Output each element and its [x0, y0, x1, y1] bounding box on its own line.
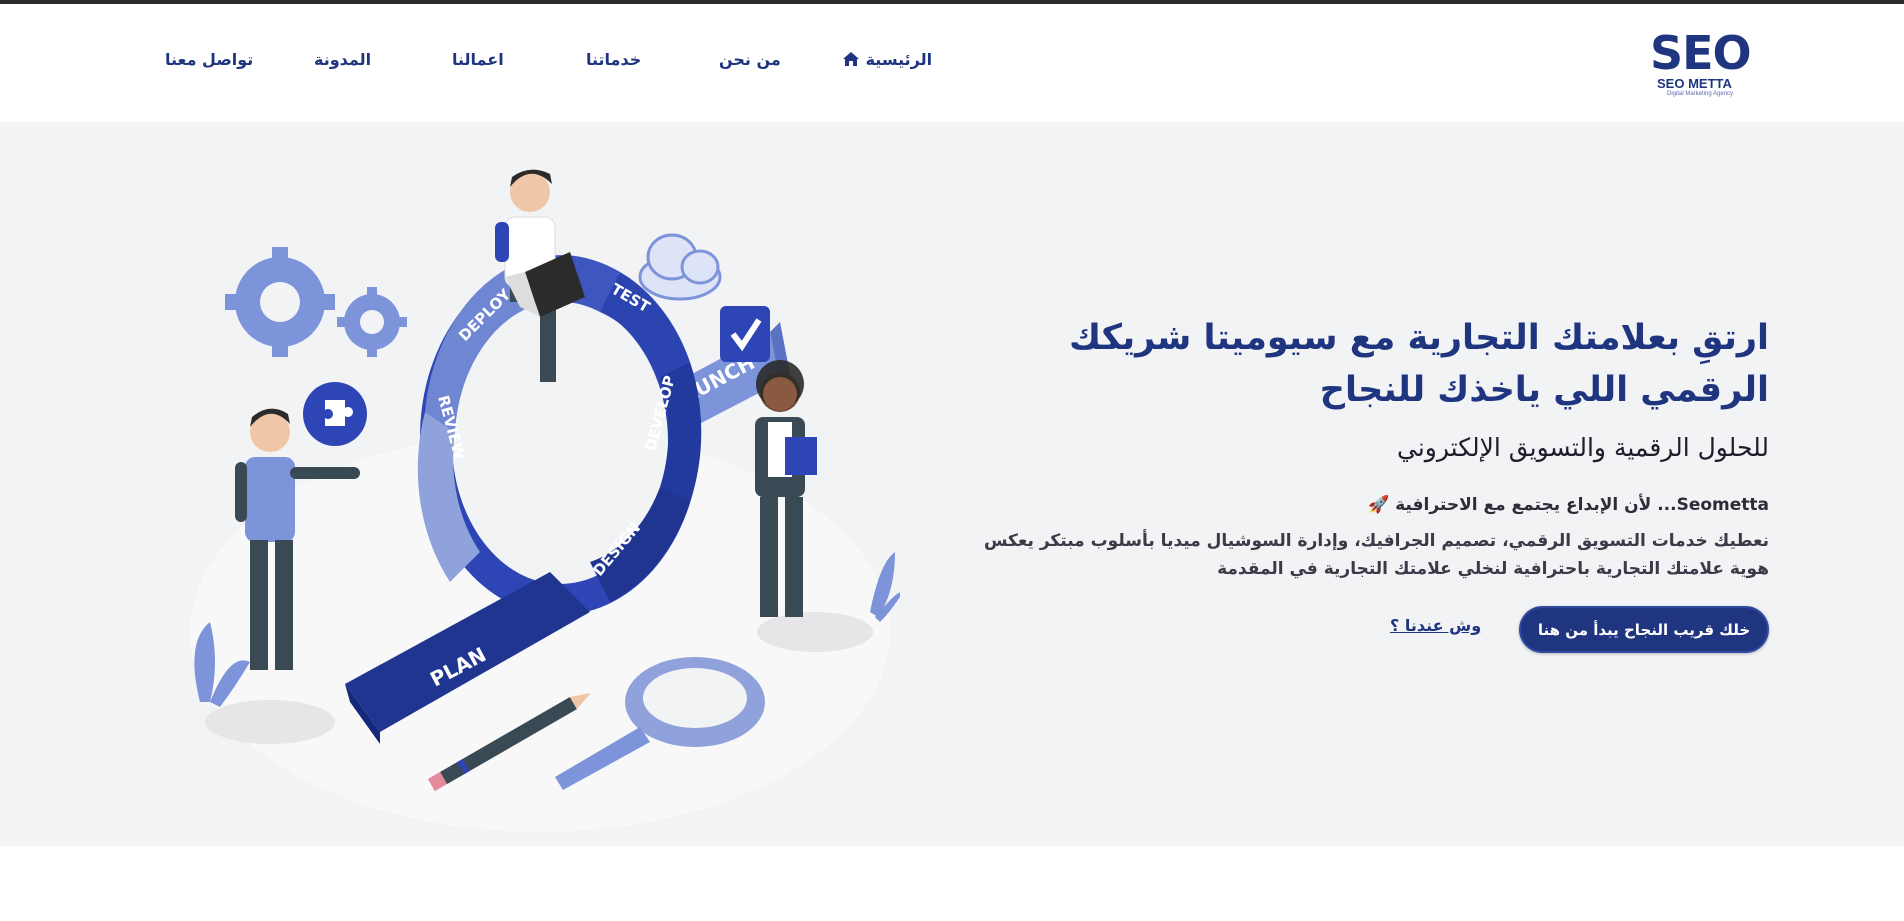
- hero-title-line-2: الرقمي اللي ياخذك للنجاح: [1319, 370, 1769, 410]
- cta-start-button[interactable]: خلك قريب النجاح يبدأ من هنا: [1519, 606, 1769, 653]
- hero-description-line-2: هوية علامتك التجارية باحترافية لنخلي علا…: [1217, 559, 1769, 579]
- cloud-icon: [638, 233, 722, 301]
- hero-section: LAUNCH DEPLOY TEST DEVELOP REVIEW DESIGN…: [0, 122, 1904, 846]
- nav-blog[interactable]: المدونة: [314, 50, 371, 69]
- hero-tagline: Seometta... لأن الإبداع يجتمع مع الاحترا…: [1368, 495, 1769, 515]
- hero-title-line-1: ارتقِ بعلامتك التجارية مع سيوميتا شريكك: [1069, 318, 1769, 358]
- logo-tagline: Digital Marketing Agency: [1667, 91, 1734, 97]
- home-icon: [843, 52, 859, 66]
- site-header: SEO SEO METTA Digital Marketing Agency ا…: [0, 4, 1904, 122]
- hero-title: ارتقِ بعلامتك التجارية مع سيوميتا شريكك …: [949, 312, 1769, 416]
- hero-description: نعطيك خدمات التسويق الرقمي، تصميم الجراف…: [939, 527, 1769, 583]
- hero-subtitle: للحلول الرقمية والتسويق الإلكتروني: [1397, 433, 1769, 462]
- nav-contact[interactable]: تواصل معنا: [165, 50, 253, 69]
- nav-works[interactable]: اعمالنا: [452, 50, 504, 69]
- puzzle-icon: [303, 382, 367, 446]
- main-nav: الرئيسية من نحن خدماتنا اعمالنا المدونة …: [0, 50, 1904, 76]
- hero-illustration: LAUNCH DEPLOY TEST DEVELOP REVIEW DESIGN…: [190, 169, 900, 832]
- logo-brand-name: SEO METTA: [1657, 76, 1732, 91]
- nav-services[interactable]: خدماتنا: [586, 50, 641, 69]
- gear-icon: [337, 287, 407, 357]
- nav-home[interactable]: الرئيسية: [838, 50, 932, 69]
- nav-about[interactable]: من نحن: [719, 50, 781, 69]
- checkmark-icon: [720, 306, 770, 362]
- hero-description-line-1: نعطيك خدمات التسويق الرقمي، تصميم الجراف…: [984, 531, 1769, 551]
- nav-home-label: الرئيسية: [865, 50, 933, 69]
- gear-icon: [225, 247, 335, 357]
- cta-services-link[interactable]: وش عندنا ؟: [1390, 616, 1481, 644]
